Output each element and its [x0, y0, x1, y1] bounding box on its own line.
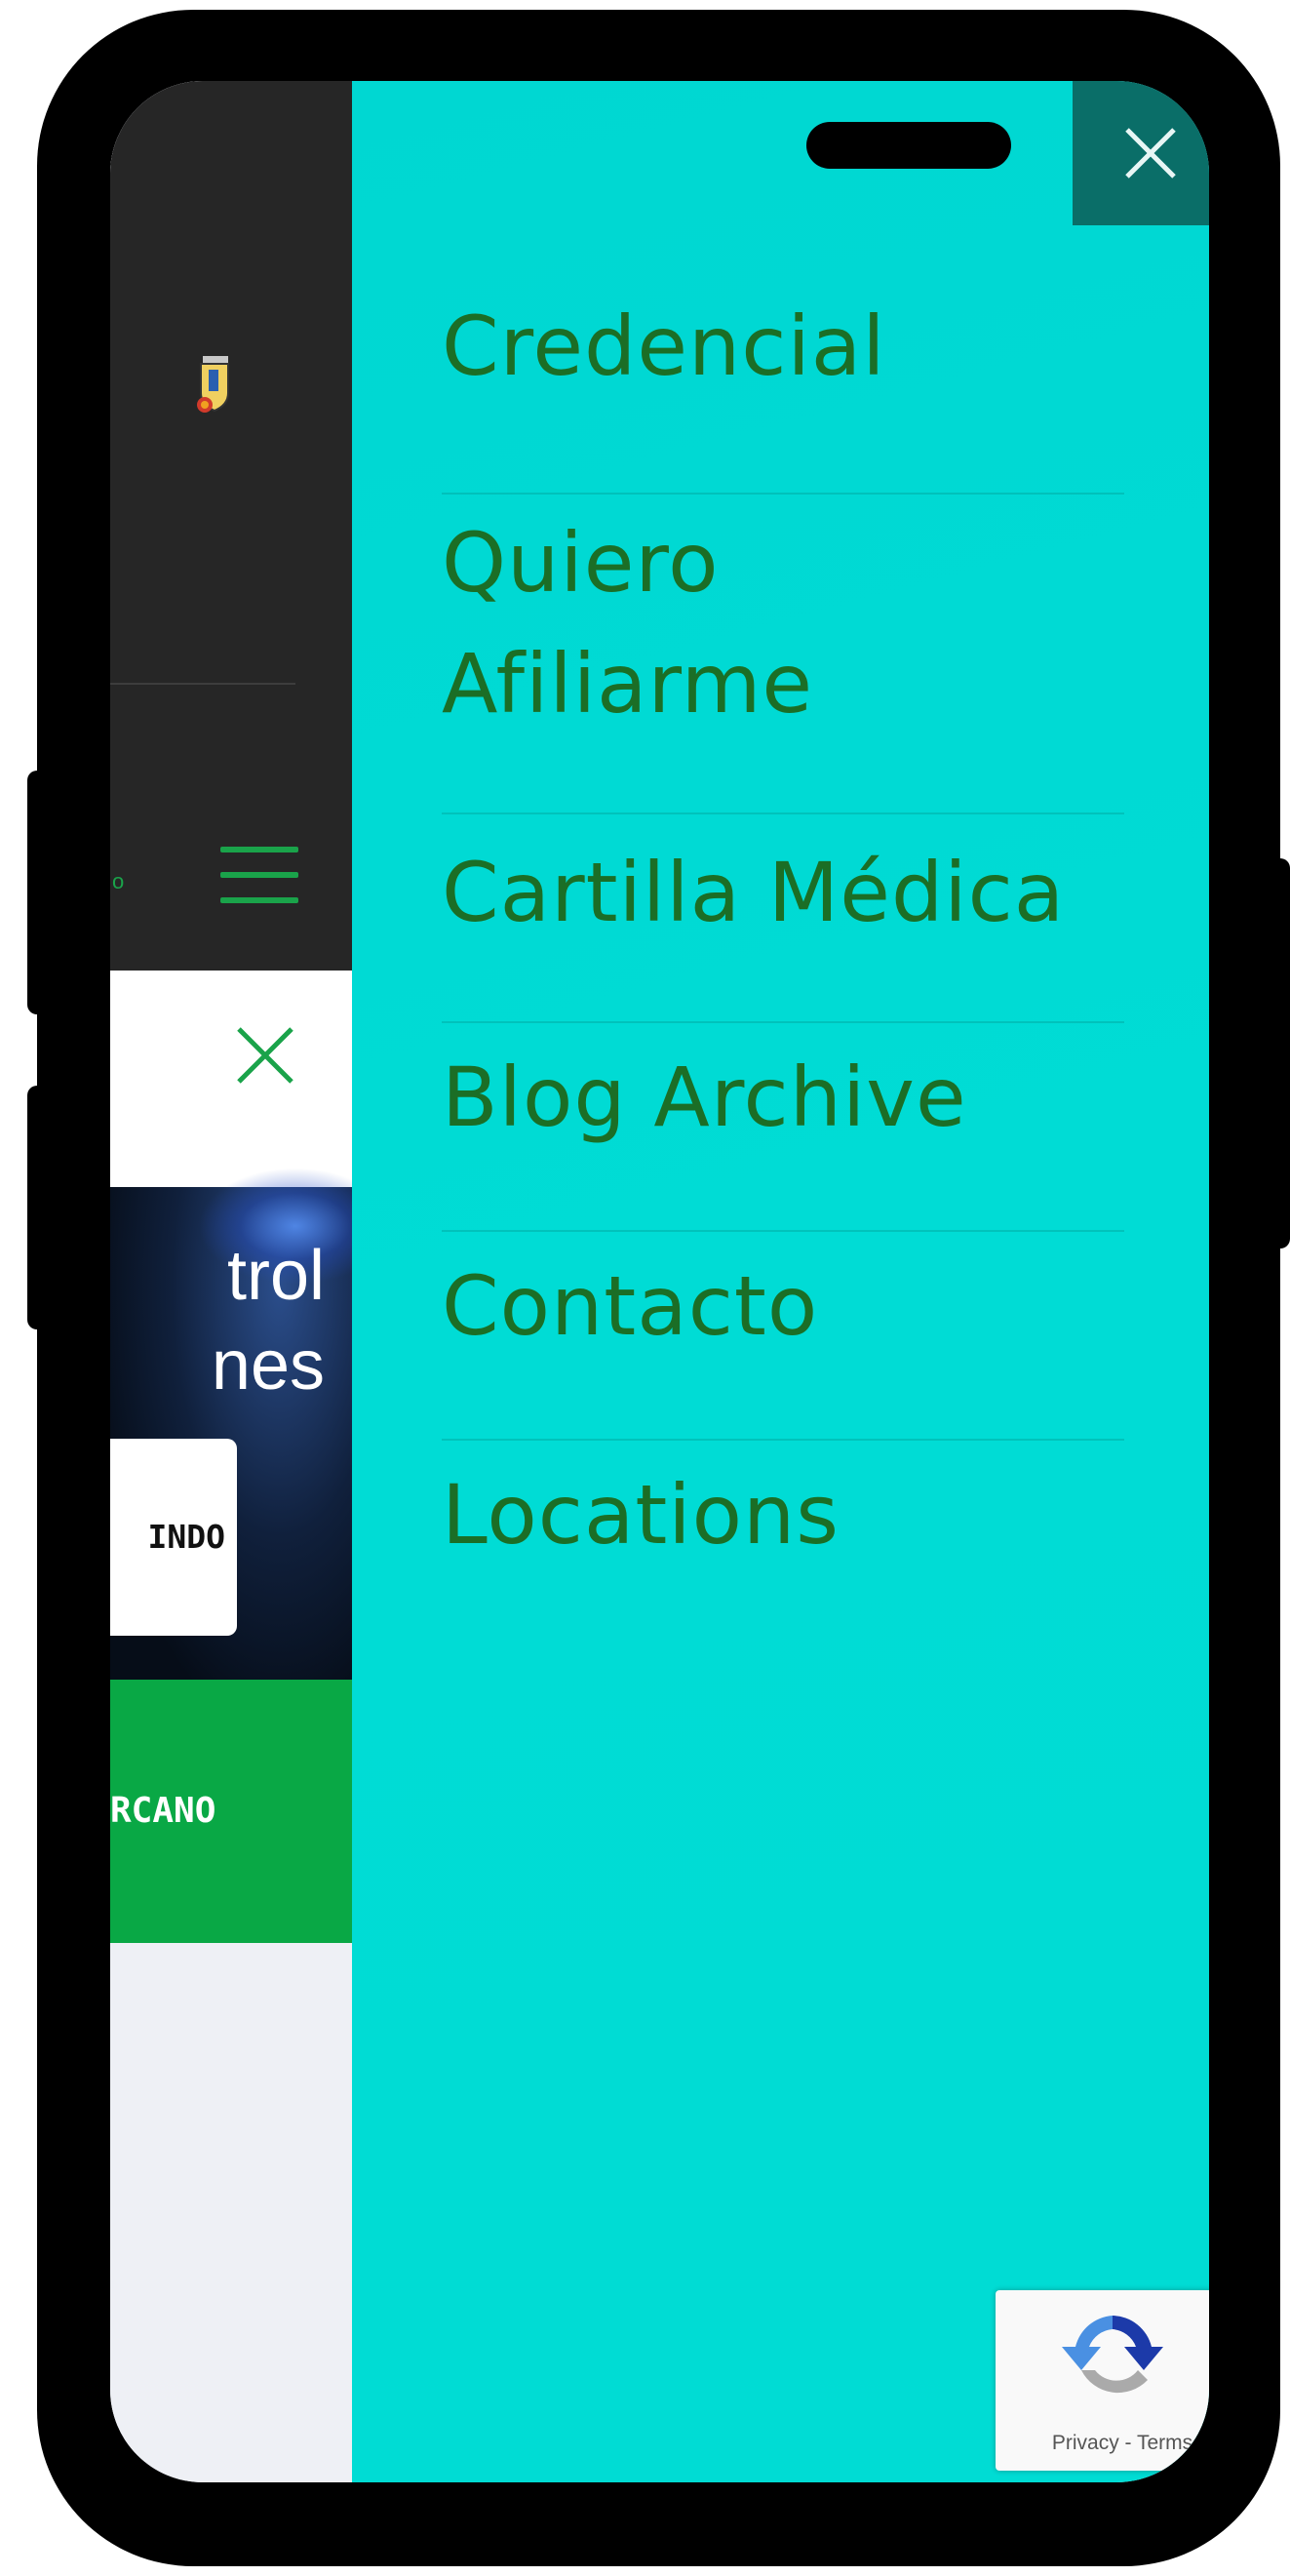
menu-item-credencial[interactable]: Credencial: [442, 286, 1124, 495]
background-site: o trol nes INDO RCANO: [110, 81, 352, 2482]
drawer-close-button[interactable]: [1073, 81, 1209, 225]
menu-item-cartilla-medica[interactable]: Cartilla Médica: [442, 814, 1124, 1023]
side-drawer: Credencial Quiero Afiliarme Cartilla Méd…: [352, 81, 1209, 2482]
menu-item-locations[interactable]: Locations: [442, 1441, 1124, 1649]
hero-banner: trol nes INDO: [110, 1168, 352, 1680]
green-cta-band[interactable]: RCANO: [110, 1680, 352, 1943]
menu-item-blog-archive[interactable]: Blog Archive: [442, 1023, 1124, 1232]
hamburger-menu-icon[interactable]: [220, 847, 298, 905]
menu-link-quiero-afiliarme[interactable]: Quiero Afiliarme: [442, 502, 1124, 744]
hero-button[interactable]: INDO: [110, 1439, 237, 1636]
site-logo-icon: [197, 356, 229, 413]
menu-link-cartilla-medica[interactable]: Cartilla Médica: [442, 832, 1124, 953]
menu-link-blog-archive[interactable]: Blog Archive: [442, 1037, 1124, 1158]
menu-link-locations[interactable]: Locations: [442, 1454, 1124, 1575]
menu-link-quiero-afiliarme-line2: Afiliarme: [442, 636, 814, 732]
phone-screen: o trol nes INDO RCANO Credencial Quiero …: [110, 81, 1209, 2482]
menu-link-contacto[interactable]: Contacto: [442, 1246, 1124, 1367]
recaptcha-badge[interactable]: Privacy - Terms: [996, 2290, 1209, 2471]
camera-notch: [806, 122, 1011, 169]
hero-title: trol nes: [110, 1231, 325, 1410]
close-icon: [1125, 128, 1176, 178]
site-header-divider: [110, 683, 295, 685]
drawer-menu: Credencial Quiero Afiliarme Cartilla Méd…: [442, 286, 1124, 1649]
menu-item-quiero-afiliarme[interactable]: Quiero Afiliarme: [442, 495, 1124, 814]
volume-up-button: [27, 771, 57, 1014]
notice-bar: [110, 971, 352, 1187]
menu-link-quiero-afiliarme-line1: Quiero: [442, 515, 720, 611]
volume-down-button: [27, 1086, 57, 1329]
power-button: [1261, 858, 1290, 1248]
hero-title-line1: trol: [226, 1237, 325, 1315]
site-header: o: [110, 81, 352, 971]
recaptcha-icon: [1062, 2316, 1163, 2394]
menu-link-credencial[interactable]: Credencial: [442, 286, 1124, 407]
menu-item-contacto[interactable]: Contacto: [442, 1232, 1124, 1441]
recaptcha-links[interactable]: Privacy - Terms: [996, 2432, 1209, 2455]
site-header-dot: o: [112, 869, 125, 893]
hero-title-line2: nes: [211, 1327, 325, 1405]
notice-close-icon[interactable]: [231, 1021, 299, 1090]
